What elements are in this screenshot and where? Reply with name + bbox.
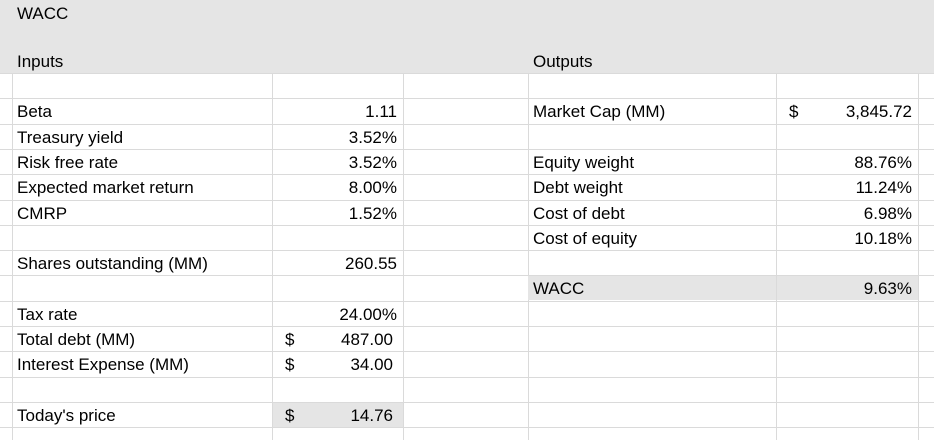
input-value-cell[interactable]: 260.55 <box>273 251 403 275</box>
input-label-cell[interactable]: Total debt (MM) <box>12 327 272 351</box>
cell-value: 9.63% <box>863 279 912 298</box>
input-label-cell[interactable]: Risk free rate <box>12 150 272 174</box>
input-value-cell[interactable]: 3.52% <box>273 150 403 174</box>
input-value-cell[interactable]: $34.00 <box>273 352 403 376</box>
cell-value: 3.52% <box>348 153 397 172</box>
column-gridline <box>528 73 529 440</box>
cell-value: 34.00 <box>350 355 393 374</box>
cell-value: 1.52% <box>348 204 397 223</box>
input-label-cell[interactable]: Treasury yield <box>12 125 272 149</box>
input-label-cell[interactable]: Shares outstanding (MM) <box>12 251 272 275</box>
cell-value: 8.00% <box>348 178 397 197</box>
input-label-cell[interactable]: Interest Expense (MM) <box>12 352 272 376</box>
output-label-cell[interactable]: Cost of debt <box>528 201 776 225</box>
output-label-cell[interactable]: Cost of equity <box>528 226 776 250</box>
output-label-cell[interactable]: Equity weight <box>528 150 776 174</box>
outputs-header: Outputs <box>533 52 593 71</box>
output-value-cell[interactable]: 9.63% <box>777 276 918 300</box>
header-band <box>0 0 934 73</box>
inputs-header: Inputs <box>17 52 64 71</box>
cell-value: 6.98% <box>863 204 912 223</box>
output-value-cell[interactable]: 11.24% <box>777 175 918 199</box>
row-gridline <box>0 427 934 428</box>
input-label-cell[interactable]: CMRP <box>12 201 272 225</box>
input-label-cell[interactable]: Tax rate <box>12 302 272 326</box>
input-value-cell[interactable]: 8.00% <box>273 175 403 199</box>
output-label-cell[interactable]: WACC <box>528 276 776 300</box>
cell-value: 260.55 <box>345 254 397 273</box>
output-value-cell[interactable]: 88.76% <box>777 150 918 174</box>
row-gridline <box>0 73 934 74</box>
cell-value: 487.00 <box>341 330 393 349</box>
output-value-cell[interactable]: 6.98% <box>777 201 918 225</box>
currency-symbol: $ <box>285 330 295 349</box>
column-gridline <box>918 73 919 440</box>
output-label-cell[interactable]: Debt weight <box>528 175 776 199</box>
currency-symbol: $ <box>285 406 295 425</box>
column-gridline <box>776 73 777 440</box>
row-gridline <box>0 377 934 378</box>
currency-symbol: $ <box>789 102 799 121</box>
cell-value: 1.11 <box>365 102 397 121</box>
cell-value: 11.24% <box>855 178 912 197</box>
input-value-cell[interactable]: $487.00 <box>273 327 403 351</box>
input-value-cell[interactable]: 3.52% <box>273 125 403 149</box>
input-value-cell[interactable]: 24.00% <box>273 302 403 326</box>
input-label-cell[interactable]: Today's price <box>12 403 272 427</box>
sheet-title: WACC <box>17 4 69 23</box>
cell-value: 10.18% <box>854 229 912 248</box>
output-value-cell[interactable]: $3,845.72 <box>777 99 918 123</box>
cell-value: 88.76% <box>854 153 912 172</box>
input-value-cell[interactable]: $14.76 <box>273 403 403 427</box>
input-value-cell[interactable]: 1.52% <box>273 201 403 225</box>
cell-value: 3,845.72 <box>845 102 912 121</box>
cell-value: 24.00% <box>339 305 397 324</box>
output-label-cell[interactable]: Market Cap (MM) <box>528 99 776 123</box>
input-value-cell[interactable]: 1.11 <box>273 99 403 123</box>
column-gridline <box>403 73 404 440</box>
input-label-cell[interactable]: Expected market return <box>12 175 272 199</box>
cell-value: 3.52% <box>348 128 397 147</box>
input-label-cell[interactable]: Beta <box>12 99 272 123</box>
cell-value: 14.76 <box>350 406 393 425</box>
currency-symbol: $ <box>285 355 295 374</box>
output-value-cell[interactable]: 10.18% <box>777 226 918 250</box>
